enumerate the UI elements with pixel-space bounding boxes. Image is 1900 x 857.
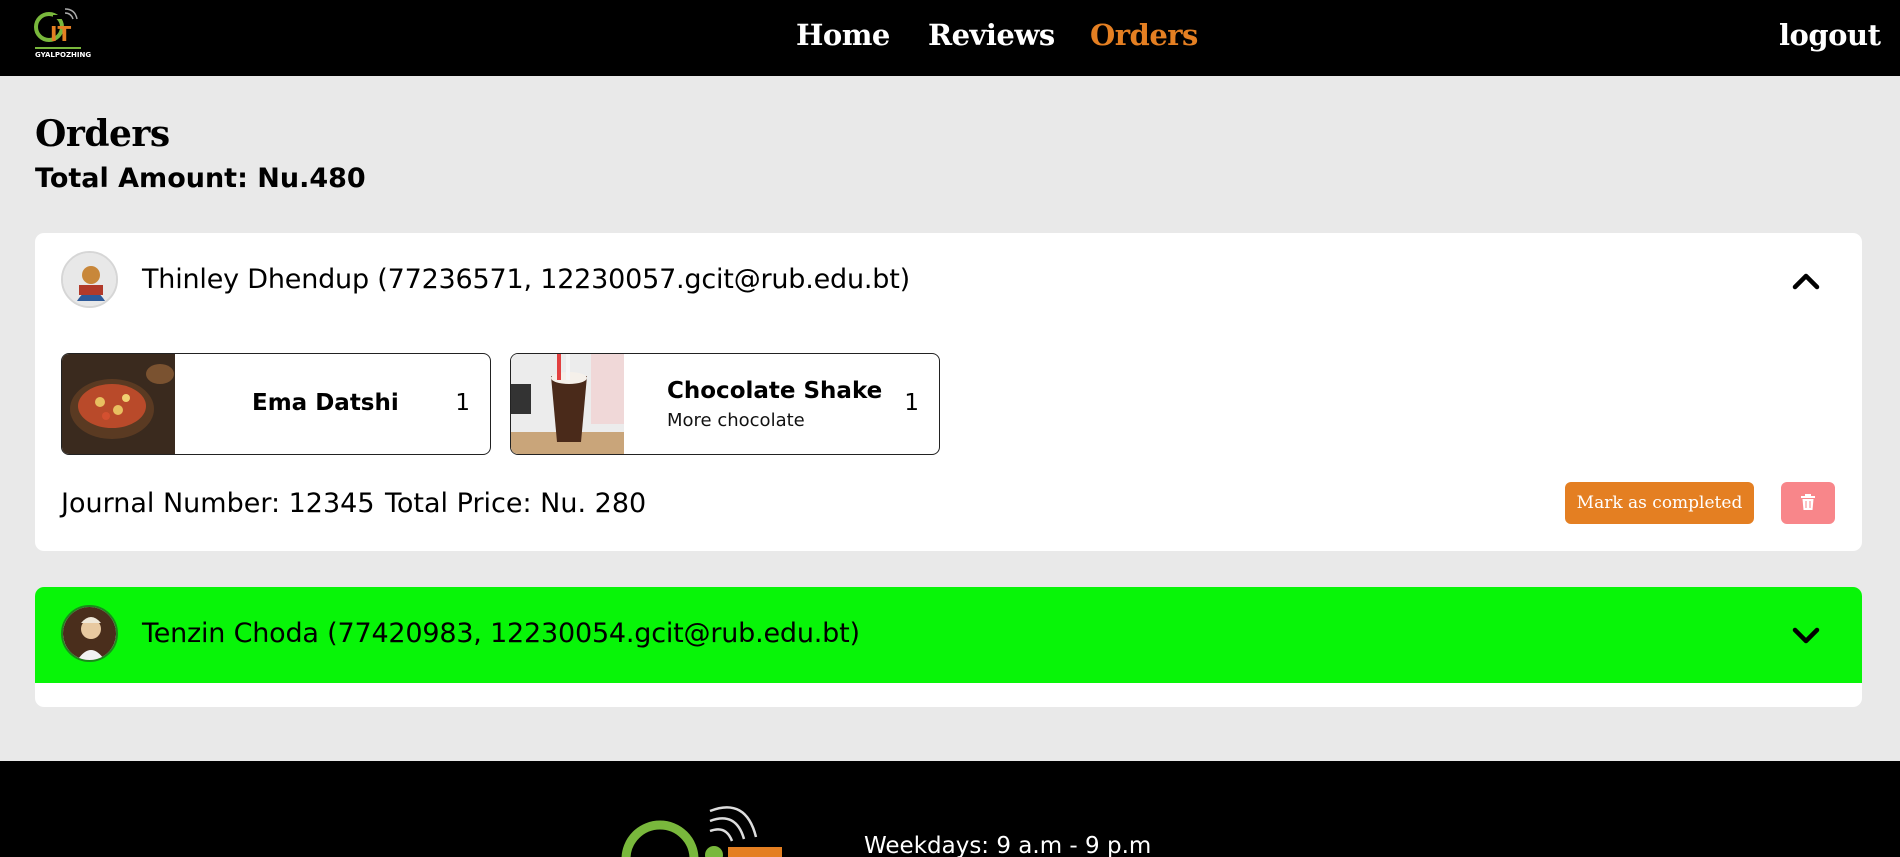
item-name: Chocolate Shake — [667, 378, 883, 404]
customer-info: Tenzin Choda (77420983, 12230054.gcit@ru… — [142, 618, 860, 649]
nav-home-link[interactable]: Home — [796, 18, 890, 52]
customer-avatar — [61, 605, 118, 662]
chocolate-shake-image — [511, 354, 624, 454]
item-description: More chocolate — [667, 410, 805, 431]
chevron-up-icon[interactable] — [1788, 263, 1824, 299]
page-title: Orders — [35, 113, 170, 155]
nav-reviews-link[interactable]: Reviews — [928, 18, 1055, 52]
order-item: Chocolate Shake More chocolate 1 — [510, 353, 940, 455]
mark-completed-button[interactable]: Mark as completed — [1565, 482, 1754, 524]
order-item: Ema Datshi 1 — [61, 353, 491, 455]
order-header[interactable]: Thinley Dhendup (77236571, 12230057.gcit… — [35, 233, 1862, 329]
order-card: Thinley Dhendup (77236571, 12230057.gcit… — [35, 233, 1862, 551]
order-total-price: Total Price: Nu. 280 — [385, 488, 647, 519]
item-name: Ema Datshi — [252, 390, 399, 416]
delete-order-button[interactable] — [1781, 482, 1835, 524]
chevron-down-icon[interactable] — [1788, 617, 1824, 653]
item-quantity: 1 — [904, 390, 919, 416]
footer: Weekdays: 9 a.m - 9 p.m — [0, 761, 1900, 857]
ema-datshi-image — [62, 354, 175, 454]
customer-avatar — [61, 251, 118, 308]
order-header[interactable]: Tenzin Choda (77420983, 12230054.gcit@ru… — [35, 587, 1862, 683]
logout-link[interactable]: logout — [1779, 18, 1881, 52]
order-card: Tenzin Choda (77420983, 12230054.gcit@ru… — [35, 587, 1862, 707]
trash-icon — [1801, 493, 1815, 510]
nav-orders-link[interactable]: Orders — [1090, 18, 1198, 52]
journal-number: Journal Number: 12345 — [61, 488, 375, 519]
top-navbar: IT GYALPOZHING Home Reviews Orders logou… — [0, 0, 1900, 76]
total-amount: Total Amount: Nu.480 — [35, 163, 366, 194]
customer-info: Thinley Dhendup (77236571, 12230057.gcit… — [142, 264, 910, 295]
gcit-footer-logo — [621, 806, 782, 857]
opening-hours: Weekdays: 9 a.m - 9 p.m — [864, 833, 1152, 857]
item-quantity: 1 — [455, 390, 470, 416]
